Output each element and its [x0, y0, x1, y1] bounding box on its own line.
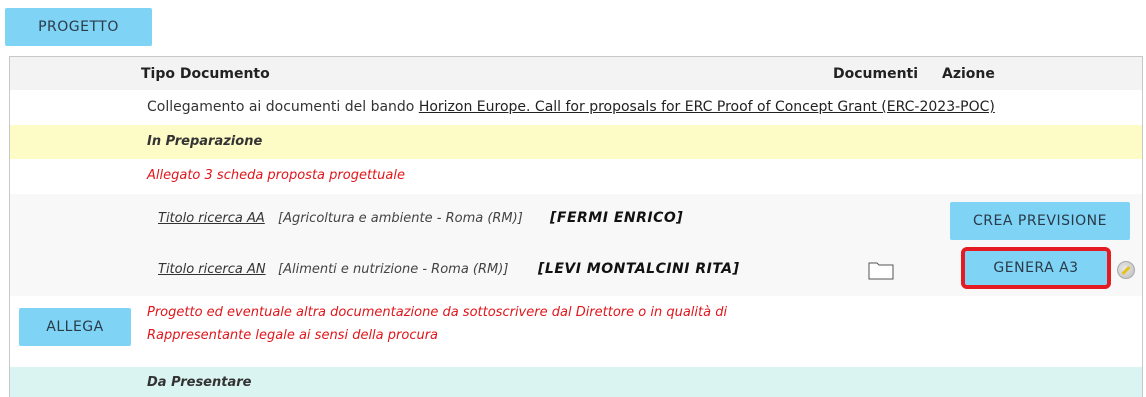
- row-description: [Alimenti e nutrizione - Roma (RM)]: [278, 262, 509, 277]
- progetto-doc-row: ALLEGA Progetto ed eventuale altra docum…: [10, 296, 1142, 368]
- header-azione: Azione: [942, 66, 995, 82]
- folder-icon[interactable]: [868, 260, 894, 284]
- allegato-row: Allegato 3 scheda proposta progettuale: [10, 159, 1142, 195]
- bando-link-row: Collegamento ai documenti del bando Hori…: [10, 90, 1142, 126]
- table-header: Tipo Documento Documenti Azione: [10, 57, 1142, 91]
- row-title-link[interactable]: Titolo ricerca AA: [158, 211, 265, 226]
- header-tipo-documento: Tipo Documento: [141, 66, 270, 82]
- header-documenti: Documenti: [833, 66, 919, 82]
- row-title-link[interactable]: Titolo ricerca AN: [158, 262, 266, 277]
- table-row: Titolo ricerca AN [Alimenti e nutrizione…: [10, 246, 1142, 297]
- progetto-doc-line2: Rappresentante legale ai sensi della pro…: [147, 328, 439, 343]
- in-preparazione-label: In Preparazione: [147, 134, 263, 149]
- row-person: [LEVI MONTALCINI RITA]: [538, 261, 740, 277]
- allega-button[interactable]: ALLEGA: [19, 308, 131, 346]
- da-presentare-row: Da Presentare: [10, 367, 1142, 397]
- crea-previsione-button[interactable]: CREA PREVISIONE: [950, 202, 1130, 240]
- in-preparazione-row: In Preparazione: [10, 125, 1142, 160]
- progetto-doc-line1: Progetto ed eventuale altra documentazio…: [147, 305, 728, 320]
- edit-pencil-icon[interactable]: [1117, 261, 1135, 279]
- table-row: Titolo ricerca AA [Agricoltura e ambient…: [10, 194, 1142, 247]
- documents-table: Tipo Documento Documenti Azione Collegam…: [9, 56, 1143, 397]
- bando-link-text: Collegamento ai documenti del bando Hori…: [147, 99, 995, 115]
- bando-link-prefix: Collegamento ai documenti del bando: [147, 99, 419, 115]
- bando-link[interactable]: Horizon Europe. Call for proposals for E…: [419, 99, 995, 115]
- genera-a3-button[interactable]: GENERA A3: [961, 247, 1111, 289]
- row-person: [FERMI ENRICO]: [550, 210, 684, 226]
- allegato-label: Allegato 3 scheda proposta progettuale: [147, 168, 405, 183]
- row-description: [Agricoltura e ambiente - Roma (RM)]: [278, 211, 523, 226]
- progetto-button[interactable]: PROGETTO: [5, 8, 152, 46]
- da-presentare-label: Da Presentare: [147, 375, 252, 390]
